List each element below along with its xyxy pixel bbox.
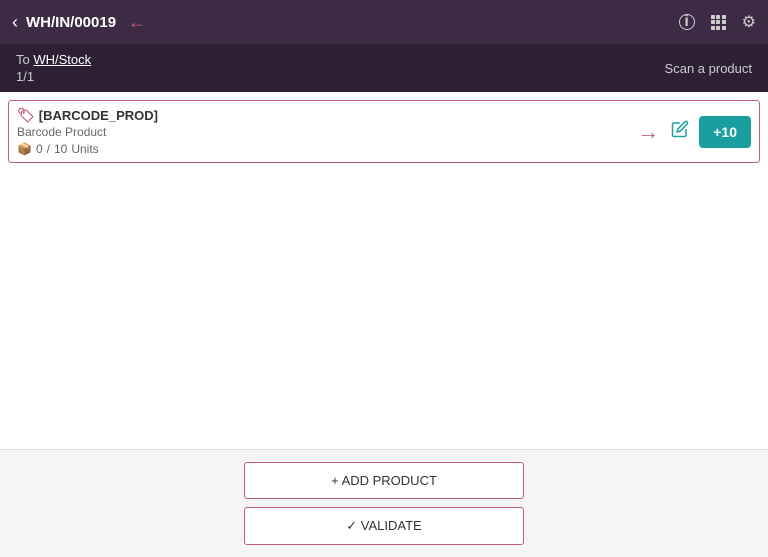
info-circle: i (679, 14, 695, 30)
back-icon: ‹ (12, 12, 18, 33)
add-product-button[interactable]: + ADD PRODUCT (244, 462, 524, 499)
document-title: WH/IN/00019 (26, 14, 116, 31)
qty-icon: 📦 (17, 142, 32, 156)
grid-icon[interactable] (711, 15, 726, 30)
add-product-label: + ADD PRODUCT (331, 473, 437, 488)
bottom-area: + ADD PRODUCT ✓ VALIDATE (0, 449, 768, 557)
scan-product-label: Scan a product (665, 61, 752, 76)
grid-dots (711, 15, 726, 30)
validate-label: ✓ VALIDATE (346, 518, 421, 534)
top-bar-left: ‹ WH/IN/00019 ← (12, 12, 146, 33)
settings-icon[interactable]: ⚙ (742, 12, 756, 32)
product-code: 🏷 [BARCODE_PROD] (17, 107, 625, 124)
location-link[interactable]: WH/Stock (33, 52, 91, 67)
qty-unit: Units (71, 142, 98, 156)
edit-button[interactable] (671, 120, 689, 143)
back-button[interactable]: ‹ (12, 12, 18, 33)
info-icon[interactable]: i (679, 13, 695, 31)
product-info: 🏷 [BARCODE_PROD] Barcode Product 📦 0 / 1… (17, 107, 625, 156)
arrow-indicator-icon: → (637, 119, 659, 145)
table-row: 🏷 [BARCODE_PROD] Barcode Product 📦 0 / 1… (8, 100, 760, 163)
to-location: To WH/Stock (16, 52, 91, 67)
title-arrow-icon: ← (128, 12, 146, 33)
sub-header-left: To WH/Stock 1/1 (16, 52, 91, 84)
product-list: 🏷 [BARCODE_PROD] Barcode Product 📦 0 / 1… (0, 92, 768, 279)
product-code-text: [BARCODE_PROD] (39, 108, 158, 123)
product-qty: 📦 0 / 10 Units (17, 142, 625, 156)
validate-button[interactable]: ✓ VALIDATE (244, 507, 524, 545)
top-bar-icons: i ⚙ (679, 12, 756, 32)
product-name: Barcode Product (17, 125, 625, 139)
main-content: 🏷 [BARCODE_PROD] Barcode Product 📦 0 / 1… (0, 92, 768, 449)
barcode-icon: 🏷 (17, 107, 35, 124)
qty-total: 10 (54, 142, 67, 156)
qty-done: 0 (36, 142, 43, 156)
empty-space (0, 279, 768, 450)
to-label: To (16, 52, 30, 67)
top-bar: ‹ WH/IN/00019 ← i ⚙ (0, 0, 768, 44)
sub-header: To WH/Stock 1/1 Scan a product (0, 44, 768, 92)
qty-separator: / (47, 142, 50, 156)
pencil-icon (671, 120, 689, 138)
plus10-button[interactable]: +10 (699, 116, 751, 148)
page-indicator: 1/1 (16, 69, 91, 84)
